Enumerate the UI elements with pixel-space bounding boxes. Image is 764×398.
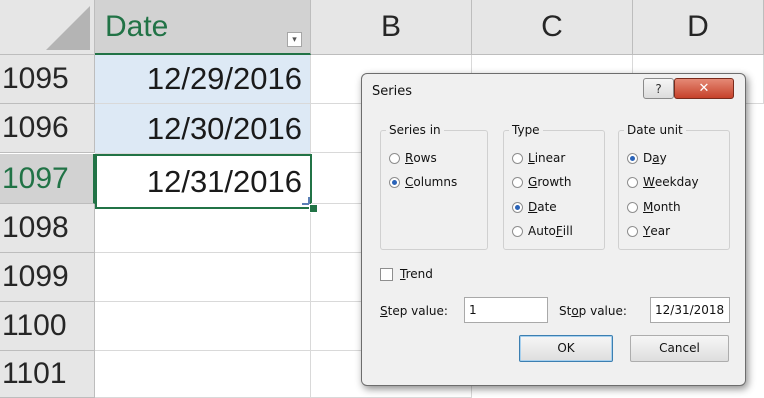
radio-linear[interactable]: Linear: [512, 151, 565, 165]
label-accel: S: [380, 304, 388, 318]
radio-indicator: [389, 152, 400, 164]
select-all-triangle-icon: [46, 6, 90, 50]
select-all-corner[interactable]: [0, 0, 95, 55]
step-value-input[interactable]: 1: [464, 297, 548, 323]
help-icon[interactable]: ?: [643, 78, 674, 99]
row-header[interactable]: 1100: [0, 302, 95, 351]
stop-value-label: Stop value:: [559, 304, 627, 318]
trend-label[interactable]: Trend: [400, 267, 433, 281]
radio-indicator-selected: [627, 152, 638, 164]
cancel-button[interactable]: Cancel: [630, 335, 729, 362]
option-text: ate: [537, 200, 557, 214]
series-in-group: Series in Rows Columns: [380, 123, 488, 250]
column-header-a[interactable]: Date ▾: [95, 0, 311, 55]
column-header-d[interactable]: D: [633, 0, 764, 55]
radio-year[interactable]: Year: [627, 224, 670, 238]
date-unit-group: Date unit Day Weekday Month Year: [618, 123, 730, 250]
close-icon[interactable]: ✕: [674, 78, 734, 99]
option-accel: F: [555, 224, 563, 238]
type-group: Type Linear Growth Date Auto Fill: [503, 123, 605, 250]
option-text: D: [643, 151, 653, 165]
column-header-label: Date: [105, 9, 169, 43]
option-text: onth: [653, 200, 681, 214]
filter-dropdown-icon[interactable]: ▾: [287, 32, 302, 47]
radio-columns[interactable]: Columns: [389, 175, 457, 189]
radio-indicator: [627, 176, 638, 188]
option-text: eekday: [654, 175, 699, 189]
option-accel: W: [643, 175, 655, 189]
row-header[interactable]: 1098: [0, 204, 95, 253]
radio-rows[interactable]: Rows: [389, 151, 437, 165]
option-accel: M: [643, 200, 654, 214]
empty-cell[interactable]: [95, 302, 311, 351]
option-accel: R: [405, 151, 414, 165]
option-text: rend: [405, 267, 433, 281]
row-header[interactable]: 1096: [0, 104, 95, 153]
ok-button[interactable]: OK: [519, 335, 613, 362]
option-accel: G: [528, 175, 538, 189]
label-accel: o: [571, 304, 579, 318]
radio-indicator: [512, 152, 523, 164]
label-text: p value:: [578, 304, 627, 318]
option-text: inear: [534, 151, 566, 165]
option-accel: a: [652, 151, 660, 165]
radio-indicator-selected: [389, 176, 400, 188]
radio-indicator: [512, 225, 523, 237]
radio-indicator: [512, 176, 523, 188]
row-header[interactable]: 1099: [0, 253, 95, 302]
row-header[interactable]: 1101: [0, 351, 95, 398]
option-text: Auto: [528, 224, 556, 238]
stop-value-input[interactable]: 12/31/2018: [650, 297, 730, 323]
radio-indicator-selected: [512, 201, 523, 213]
radio-autofill[interactable]: Auto Fill: [512, 224, 573, 238]
label-text: St: [559, 304, 572, 318]
option-text: ows: [413, 151, 437, 165]
date-cell[interactable]: 12/29/2016: [95, 55, 311, 104]
option-accel: C: [405, 175, 414, 189]
selected-date-cell[interactable]: 12/31/2016: [95, 154, 312, 209]
radio-growth[interactable]: Growth: [512, 175, 571, 189]
radio-date[interactable]: Date: [512, 200, 557, 214]
option-accel: L: [528, 151, 535, 165]
option-text: ear: [650, 224, 671, 238]
type-label: Type: [509, 123, 543, 137]
column-header-b[interactable]: B: [311, 0, 472, 55]
radio-weekday[interactable]: Weekday: [627, 175, 699, 189]
radio-day[interactable]: Day: [627, 151, 667, 165]
empty-cell[interactable]: [95, 351, 311, 398]
date-unit-label: Date unit: [624, 123, 686, 137]
empty-cell[interactable]: [95, 209, 311, 253]
label-text: tep value:: [387, 304, 448, 318]
trend-checkbox[interactable]: [380, 268, 393, 281]
option-accel: D: [528, 200, 538, 214]
row-header[interactable]: 1095: [0, 55, 95, 104]
option-accel: Y: [643, 224, 651, 238]
step-value-label: Step value:: [380, 304, 448, 318]
option-text: olumns: [413, 175, 458, 189]
option-text: ill: [562, 224, 573, 238]
radio-indicator: [627, 225, 638, 237]
series-dialog: Series ? ✕ Series in Rows Columns Type L…: [361, 73, 746, 386]
dialog-title: Series: [372, 84, 412, 99]
fill-handle[interactable]: [309, 204, 318, 213]
column-header-c[interactable]: C: [472, 0, 633, 55]
empty-cell[interactable]: [95, 253, 311, 302]
series-in-label: Series in: [386, 123, 444, 137]
radio-indicator: [627, 201, 638, 213]
option-text: rowth: [537, 175, 572, 189]
radio-month[interactable]: Month: [627, 200, 681, 214]
option-text: y: [659, 151, 667, 165]
row-header-active[interactable]: 1097: [0, 154, 95, 204]
date-cell[interactable]: 12/30/2016: [95, 104, 311, 154]
